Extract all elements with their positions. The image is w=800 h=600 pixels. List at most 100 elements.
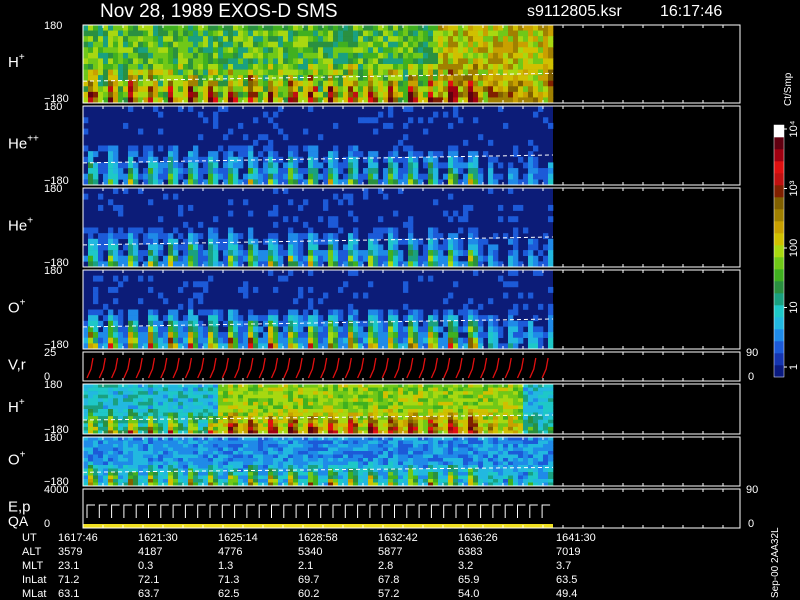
footer-cell: 4187 <box>138 546 163 558</box>
panel-3: 180−180O+ <box>8 265 741 351</box>
colorbar-swatch <box>774 353 784 366</box>
y-max-label: 180 <box>44 183 62 195</box>
footer-cell: 4776 <box>218 546 243 558</box>
panel-label-sup: + <box>20 298 26 309</box>
y-max-label: 180 <box>44 265 62 277</box>
footer-cell: 2.8 <box>378 560 394 572</box>
footer-cell: 63.7 <box>138 588 160 600</box>
panel-label-sup: + <box>20 450 26 461</box>
panel-label-2: QA <box>8 513 29 529</box>
y-max-label: 180 <box>44 101 62 113</box>
footer-cell: 23.1 <box>58 560 80 572</box>
footer-row-label: MLT <box>22 560 44 572</box>
colorbar-swatch <box>774 245 784 258</box>
panel-0: 180−180H+ <box>8 20 741 105</box>
footer-cell: 1628:58 <box>298 532 338 544</box>
colorbar-tick: 100 <box>788 239 800 257</box>
footer-cell: 1632:42 <box>378 532 418 544</box>
footer-cell: 1617:46 <box>58 532 98 544</box>
y-max-label: 4000 <box>44 484 68 496</box>
colorbar-swatch <box>774 317 784 330</box>
y-max-label: 180 <box>44 432 62 444</box>
panel-7: 40000E,pQA900 <box>8 484 758 530</box>
footer-cell: 54.0 <box>458 588 480 600</box>
footer-cell: 63.1 <box>58 588 80 600</box>
panel-label: He+ <box>8 216 33 235</box>
footer-cell: 6383 <box>458 546 483 558</box>
colorbar-swatch <box>774 341 784 354</box>
colorbar-swatch <box>774 149 784 162</box>
side-note: Sep-00 2AA32L <box>770 527 781 598</box>
colorbar-tick: 1 <box>788 364 800 370</box>
panel-4: 250V,r900 <box>8 347 758 383</box>
colorbar-swatch <box>774 233 784 246</box>
chart-area: Nov 28, 1989 EXOS-D SMS s9112805.ksr 16:… <box>8 1 800 530</box>
panel-label-sup: + <box>19 397 25 408</box>
footer-cell: 72.1 <box>138 574 160 586</box>
footer-cell: 5340 <box>298 546 323 558</box>
colorbar-swatch <box>774 137 784 150</box>
panel-label: H+ <box>8 397 25 416</box>
file-name: s9112805.ksr <box>527 3 623 20</box>
right-axis-bottom: 0 <box>748 371 754 383</box>
header-time: 16:17:46 <box>660 3 722 20</box>
footer-cell: 7019 <box>556 546 581 558</box>
colorbar-swatch <box>774 161 784 174</box>
footer-cell: 60.2 <box>298 588 320 600</box>
colorbar-swatch <box>774 293 784 306</box>
colorbar-swatch <box>774 185 784 198</box>
colorbar-swatch <box>774 173 784 186</box>
footer-cell: 5877 <box>378 546 403 558</box>
colorbar-unit: Ct/Smp <box>783 72 794 106</box>
footer-row-label: MLat <box>22 588 47 600</box>
colorbar-swatch <box>774 221 784 234</box>
footer-cell: 69.7 <box>298 574 320 586</box>
footer-cell: 71.3 <box>218 574 240 586</box>
footer-cell: 1641:30 <box>556 532 596 544</box>
footer-cell: 3.7 <box>556 560 572 572</box>
footer-row-label: InLat <box>22 574 47 586</box>
colorbar-swatch <box>774 305 784 318</box>
footer-cell: 65.9 <box>458 574 480 586</box>
footer-cell: 67.8 <box>378 574 400 586</box>
footer-cell: 1621:30 <box>138 532 178 544</box>
footer-row-label: ALT <box>22 546 42 558</box>
panels: 180−180H+180−180He++180−180He+180−180O+2… <box>8 20 758 530</box>
footer-cell: 57.2 <box>378 588 400 600</box>
colorbar-swatch <box>774 125 784 138</box>
panel-2: 180−180He+ <box>8 183 741 269</box>
footer-cell: 63.5 <box>556 574 578 586</box>
right-axis-bottom: 0 <box>748 518 754 530</box>
footer-cell: 1636:26 <box>458 532 498 544</box>
y-min-label: 0 <box>44 518 50 530</box>
panel-1: 180−180He++ <box>8 101 741 187</box>
colorbar-tick: 10 <box>788 301 800 313</box>
colorbar-swatch <box>774 257 784 270</box>
panel-label-sup: ++ <box>27 134 39 145</box>
panel-label-sup: + <box>27 216 33 227</box>
panel-label: V,r <box>8 357 26 374</box>
footer-cell: 1625:14 <box>218 532 258 544</box>
footer-cell: 1.3 <box>218 560 234 572</box>
right-axis-top: 90 <box>746 484 758 496</box>
footer-row-label: UT <box>22 532 37 544</box>
footer-cell: 3579 <box>58 546 83 558</box>
chart-title: Nov 28, 1989 EXOS-D SMS <box>100 1 338 22</box>
right-axis-top: 90 <box>746 347 758 359</box>
colorbar-tick: 10³ <box>788 180 800 196</box>
y-max-label: 180 <box>44 20 62 32</box>
footer-cell: 62.5 <box>218 588 240 600</box>
footer-cell: 49.4 <box>556 588 578 600</box>
panel-label-sup: + <box>19 52 25 63</box>
panel-5: 180−180H+ <box>8 379 741 436</box>
panel-6: 180−180O+ <box>8 432 741 488</box>
footer-cell: 2.1 <box>298 560 314 572</box>
colorbar-swatch <box>774 281 784 294</box>
panel-label: O+ <box>8 450 26 469</box>
footer-cell: 71.2 <box>58 574 80 586</box>
footer-cell: 3.2 <box>458 560 474 572</box>
colorbar-swatch <box>774 365 784 378</box>
panel-label: H+ <box>8 52 25 71</box>
colorbar-swatch <box>774 197 784 210</box>
y-max-label: 180 <box>44 379 62 391</box>
